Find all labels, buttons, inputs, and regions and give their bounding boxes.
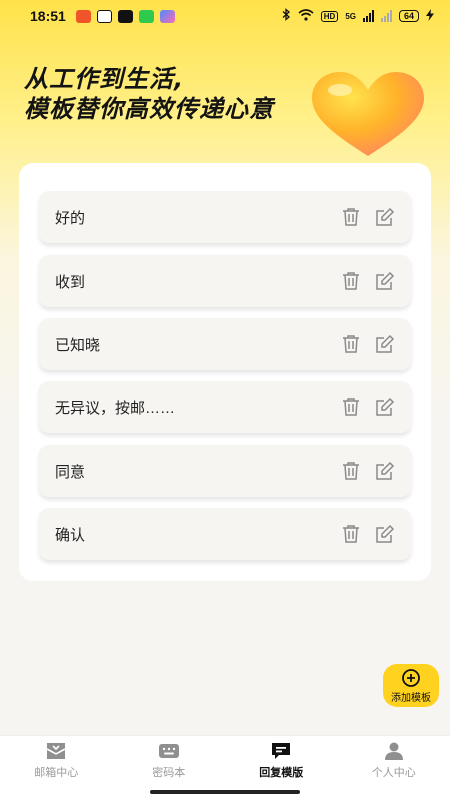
status-indicators: HD 5G 64 [282, 8, 434, 24]
edit-icon[interactable] [375, 461, 395, 481]
tab-reply-templates[interactable]: 回复模版 [225, 736, 338, 785]
trash-icon[interactable] [341, 397, 361, 417]
network-type: 5G [345, 11, 356, 21]
template-item[interactable]: 同意 [39, 445, 411, 497]
tab-mailbox[interactable]: 邮箱中心 [0, 736, 113, 785]
mailbox-icon [46, 743, 66, 759]
person-icon [384, 742, 403, 760]
capcut-notification-icon [117, 9, 133, 23]
tab-label: 密码本 [152, 767, 186, 779]
heart-icon [312, 72, 424, 156]
template-text: 无异议，按邮…… [55, 399, 176, 417]
home-indicator[interactable] [150, 790, 300, 794]
chat-bubble-icon [272, 743, 291, 759]
charging-icon [426, 8, 434, 24]
template-text: 同意 [55, 463, 86, 481]
hd-badge: HD [320, 10, 339, 22]
signal-secondary-icon [380, 10, 392, 22]
chat-notification-icon [138, 9, 154, 23]
template-list-card: 好的 收到 已知晓 无异议，按邮…… 同意 确认 [19, 163, 431, 581]
template-item[interactable]: 收到 [39, 255, 411, 307]
add-template-label: 添加模板 [391, 692, 431, 704]
status-bar: 18:51 HD 5G 64 [0, 0, 450, 32]
trash-icon[interactable] [341, 334, 361, 354]
add-template-button[interactable]: 添加模板 [383, 664, 439, 707]
template-text: 确认 [55, 526, 86, 544]
edit-icon[interactable] [375, 207, 395, 227]
template-text: 已知晓 [55, 336, 101, 354]
tab-profile[interactable]: 个人中心 [338, 736, 450, 785]
hero-title-line2: 模板替你高效传递心意 [24, 95, 274, 123]
battery-icon: 64 [398, 10, 419, 22]
template-text: 收到 [55, 273, 86, 291]
plus-circle-icon [402, 668, 420, 687]
template-item[interactable]: 无异议，按邮…… [39, 381, 411, 433]
app-notification-icon [75, 9, 91, 23]
colorful-app-notification-icon [159, 9, 175, 23]
tab-label: 个人中心 [371, 767, 416, 779]
edit-icon[interactable] [375, 524, 395, 544]
tab-password-book[interactable]: 密码本 [113, 736, 226, 785]
bottom-tab-bar: 邮箱中心 密码本 回复模版 个人中心 [0, 735, 450, 785]
hero-banner: 从工作到生活, 模板替你高效传递心意 [24, 64, 334, 124]
wifi-icon [298, 8, 314, 24]
hero-title-line1: 从工作到生活, [24, 65, 185, 93]
template-item[interactable]: 好的 [39, 191, 411, 243]
trash-icon[interactable] [341, 524, 361, 544]
edit-icon[interactable] [375, 271, 395, 291]
tab-label: 回复模版 [259, 767, 304, 779]
edit-icon[interactable] [375, 334, 395, 354]
template-text: 好的 [55, 209, 86, 227]
trash-icon[interactable] [341, 461, 361, 481]
trash-icon[interactable] [341, 207, 361, 227]
signal-icon [362, 10, 374, 22]
trash-icon[interactable] [341, 271, 361, 291]
tab-label: 邮箱中心 [34, 767, 79, 779]
notification-icons [75, 9, 175, 23]
template-item[interactable]: 已知晓 [39, 318, 411, 370]
bluetooth-icon [282, 8, 291, 24]
template-item[interactable]: 确认 [39, 508, 411, 560]
status-time: 18:51 [30, 8, 66, 24]
keyboard-icon [158, 744, 179, 758]
mail-notification-icon [96, 9, 112, 23]
edit-icon[interactable] [375, 397, 395, 417]
